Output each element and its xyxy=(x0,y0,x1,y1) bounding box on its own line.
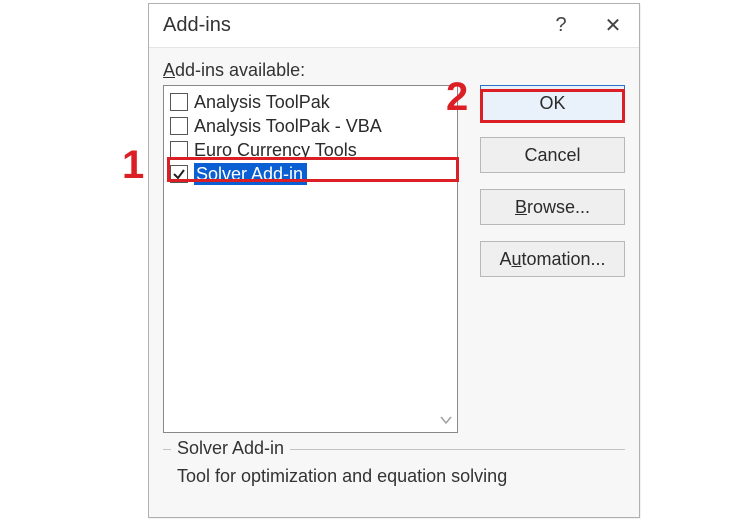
annotation-number-1: 1 xyxy=(122,143,144,188)
description-title: Solver Add-in xyxy=(171,438,290,459)
addins-available-accel: A xyxy=(163,60,175,80)
addin-checkbox[interactable] xyxy=(170,141,188,159)
addin-checkbox[interactable] xyxy=(170,165,188,183)
browse-button[interactable]: Browse... xyxy=(480,189,625,225)
cancel-button[interactable]: Cancel xyxy=(480,137,625,173)
addin-item-analysis-toolpak-vba[interactable]: Analysis ToolPak - VBA xyxy=(168,114,453,138)
description-text: Tool for optimization and equation solvi… xyxy=(171,466,617,487)
addin-checkbox[interactable] xyxy=(170,93,188,111)
description-groupbox: Solver Add-in Tool for optimization and … xyxy=(163,449,625,487)
addin-item-analysis-toolpak[interactable]: Analysis ToolPak xyxy=(168,90,453,114)
addin-item-label: Euro Currency Tools xyxy=(194,139,357,161)
close-button[interactable]: ✕ xyxy=(587,4,639,48)
titlebar: Add-ins ? ✕ xyxy=(149,4,639,48)
chevron-down-icon[interactable] xyxy=(437,410,455,430)
addin-item-label: Solver Add-in xyxy=(194,163,307,185)
addins-listbox[interactable]: Analysis ToolPakAnalysis ToolPak - VBAEu… xyxy=(163,85,458,433)
addin-item-euro-currency-tools[interactable]: Euro Currency Tools xyxy=(168,138,453,162)
window-title: Add-ins xyxy=(163,14,231,37)
automation-button[interactable]: Automation... xyxy=(480,241,625,277)
annotation-number-2: 2 xyxy=(446,75,468,120)
addin-item-solver-add-in[interactable]: Solver Add-in xyxy=(168,162,453,186)
addin-item-label: Analysis ToolPak xyxy=(194,91,330,113)
addin-item-label: Analysis ToolPak - VBA xyxy=(194,115,382,137)
ok-button[interactable]: OK xyxy=(480,85,625,121)
addins-available-label: Add-ins available: xyxy=(163,60,625,81)
help-button[interactable]: ? xyxy=(535,4,587,48)
addin-checkbox[interactable] xyxy=(170,117,188,135)
addins-dialog: Add-ins ? ✕ Add-ins available: Analysis … xyxy=(148,3,640,518)
